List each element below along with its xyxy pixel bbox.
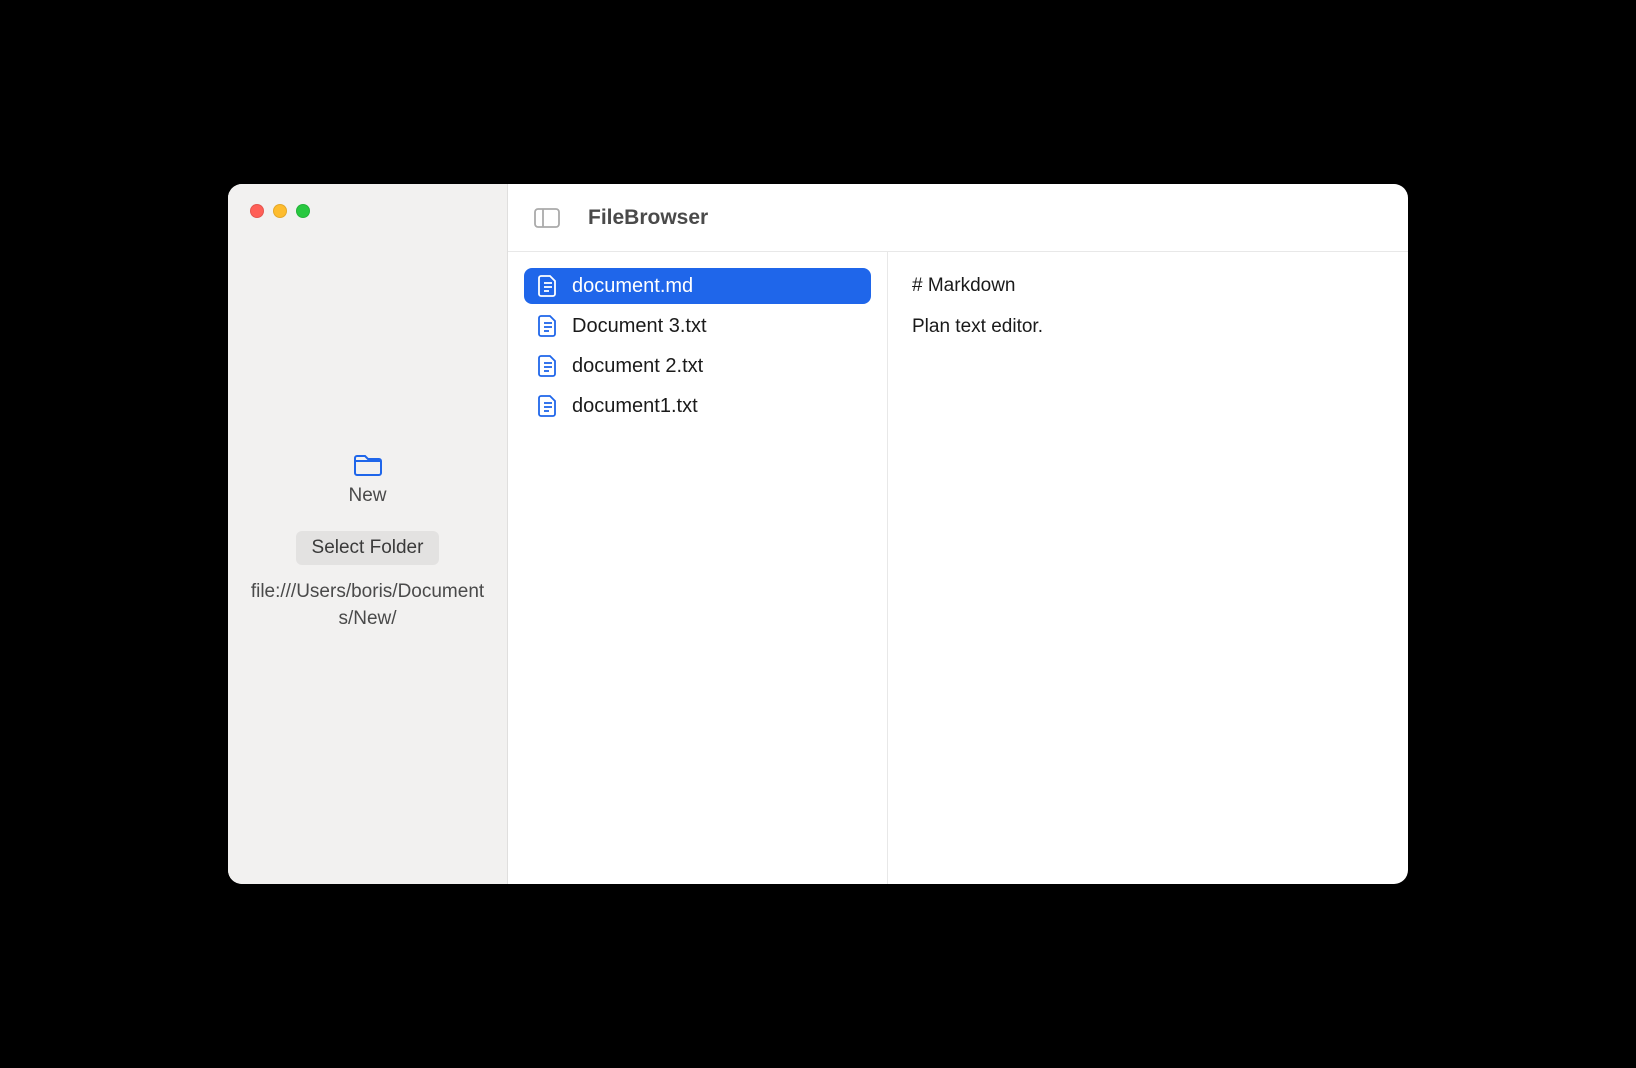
file-item[interactable]: document.md bbox=[524, 268, 871, 304]
document-icon bbox=[538, 394, 558, 418]
editor[interactable]: # Markdown Plan text editor. bbox=[888, 252, 1408, 884]
editor-line: Plan text editor. bbox=[912, 313, 1384, 342]
content-area: document.md Document 3.txt document 2.tx… bbox=[508, 252, 1408, 884]
file-item[interactable]: Document 3.txt bbox=[524, 308, 871, 344]
document-icon bbox=[538, 314, 558, 338]
main-area: FileBrowser document.md Document 3.txt d… bbox=[508, 184, 1408, 884]
sidebar-content: New Select Folder file:///Users/boris/Do… bbox=[228, 202, 507, 884]
folder-icon bbox=[353, 453, 383, 477]
document-icon bbox=[538, 274, 558, 298]
sidebar: New Select Folder file:///Users/boris/Do… bbox=[228, 184, 508, 884]
file-item[interactable]: document1.txt bbox=[524, 388, 871, 424]
sidebar-toggle-icon[interactable] bbox=[534, 208, 560, 228]
app-title: FileBrowser bbox=[588, 206, 708, 230]
folder-path-text: file:///Users/boris/Documents/New/ bbox=[248, 579, 487, 632]
editor-line: # Markdown bbox=[912, 272, 1384, 301]
file-name-label: Document 3.txt bbox=[572, 315, 707, 338]
file-name-label: document.md bbox=[572, 275, 693, 298]
file-item[interactable]: document 2.txt bbox=[524, 348, 871, 384]
toolbar: FileBrowser bbox=[508, 184, 1408, 252]
file-list: document.md Document 3.txt document 2.tx… bbox=[508, 252, 888, 884]
file-name-label: document1.txt bbox=[572, 395, 698, 418]
app-window: New Select Folder file:///Users/boris/Do… bbox=[228, 184, 1408, 884]
file-name-label: document 2.txt bbox=[572, 355, 703, 378]
document-icon bbox=[538, 354, 558, 378]
select-folder-button[interactable]: Select Folder bbox=[296, 531, 440, 565]
current-folder-name: New bbox=[348, 485, 386, 507]
